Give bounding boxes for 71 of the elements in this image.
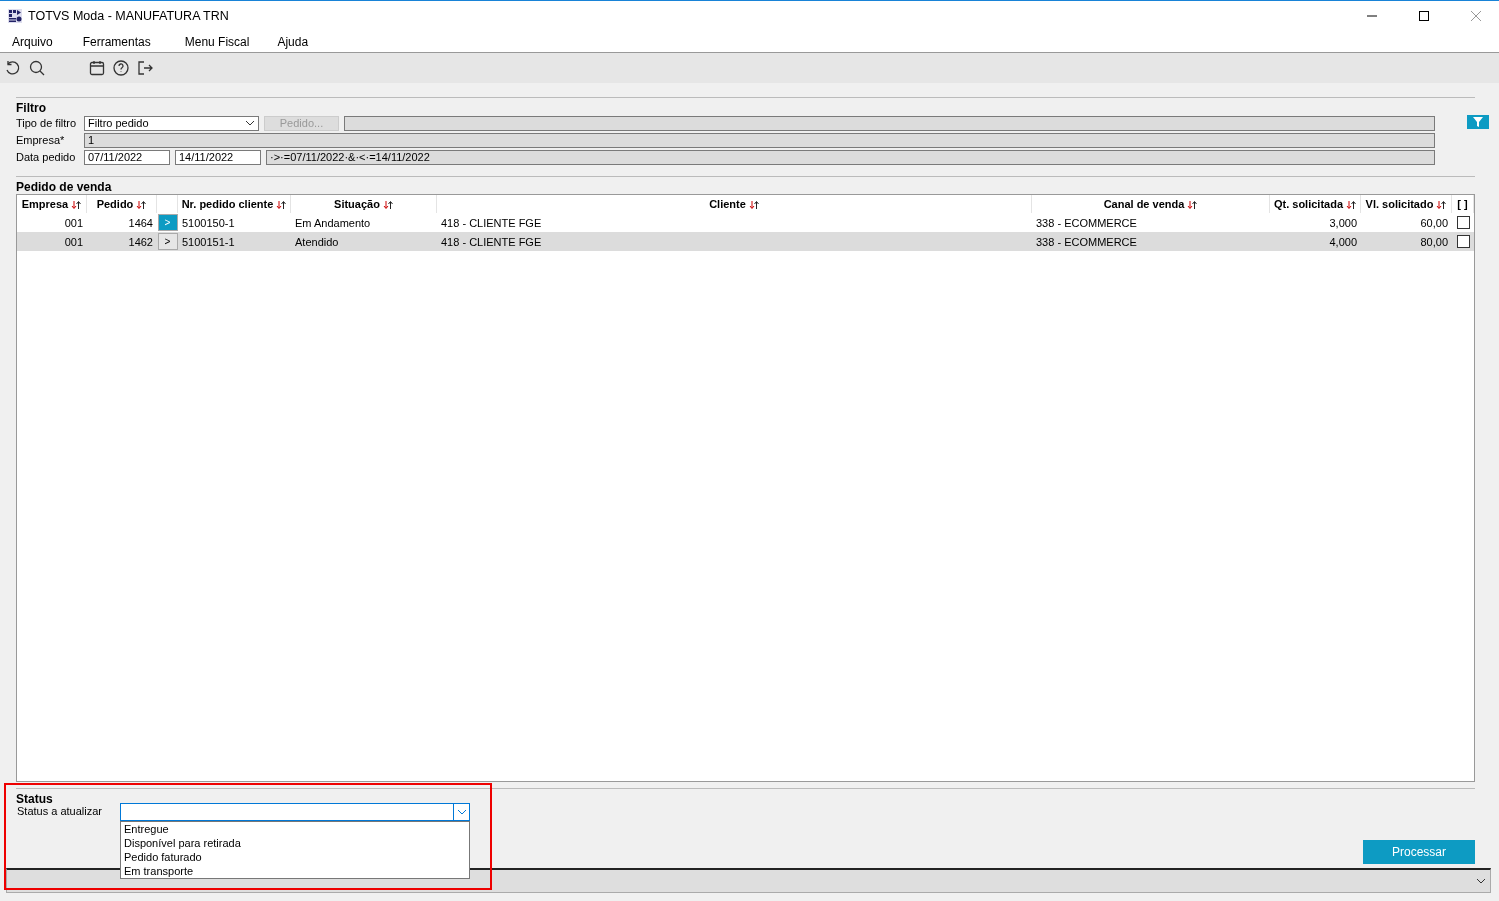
column-header[interactable]: Canal de venda xyxy=(1103,197,1198,211)
table-cell: 001 xyxy=(64,235,83,248)
table-cell: Em Andamento xyxy=(295,216,371,229)
filter-type-dropdown[interactable]: Filtro pedido xyxy=(84,115,259,131)
row-checkbox[interactable] xyxy=(1456,235,1470,248)
filter-icon xyxy=(1473,117,1483,127)
row-checkbox[interactable] xyxy=(1456,216,1470,229)
column-header[interactable]: Cliente xyxy=(709,197,759,211)
exit-icon[interactable] xyxy=(136,59,154,77)
menu-item[interactable]: Ajuda xyxy=(277,34,309,49)
sort-icon[interactable] xyxy=(71,200,82,211)
dropdown-option[interactable]: Disponível para retirada xyxy=(121,836,469,850)
column-header[interactable]: Nr. pedido cliente xyxy=(181,197,287,211)
sort-icon[interactable] xyxy=(276,200,287,211)
table-cell: 338 - ECOMMERCE xyxy=(1036,216,1137,229)
sort-icon[interactable] xyxy=(1346,200,1357,211)
chevron-down-icon xyxy=(245,120,255,126)
column-header[interactable]: [ ] xyxy=(1457,198,1468,210)
help-icon[interactable] xyxy=(112,59,130,77)
sort-icon[interactable] xyxy=(1187,200,1198,211)
search-icon[interactable] xyxy=(28,59,46,77)
chevron-down-icon xyxy=(456,809,467,815)
table-cell: 1464 xyxy=(128,216,153,229)
sort-icon[interactable] xyxy=(748,200,759,211)
menu-item[interactable]: Arquivo xyxy=(12,34,53,49)
sort-icon[interactable] xyxy=(136,200,147,211)
table-cell: 3,000 xyxy=(1329,216,1357,229)
order-field[interactable] xyxy=(344,115,1435,131)
chevron-down-icon xyxy=(1476,878,1486,884)
close-icon[interactable] xyxy=(1471,11,1481,21)
field-label: Tipo de filtro xyxy=(16,117,78,129)
expand-button[interactable]: > xyxy=(157,233,178,250)
sort-icon[interactable] xyxy=(382,200,393,211)
app-logo-icon xyxy=(8,9,22,23)
field-label: Status a atualizar xyxy=(17,805,102,817)
section-title: Filtro xyxy=(16,97,1475,115)
column-header[interactable]: Pedido xyxy=(96,197,147,211)
table-cell: Atendido xyxy=(295,235,339,248)
table-cell: 4,000 xyxy=(1329,235,1357,248)
table-cell: 1462 xyxy=(128,235,153,248)
table-cell: 80,00 xyxy=(1420,235,1448,248)
menu-item[interactable]: Menu Fiscal xyxy=(184,34,250,49)
calendar-icon[interactable] xyxy=(88,59,106,77)
dropdown-option[interactable]: Pedido faturado xyxy=(121,850,469,864)
table-cell: 5100150-1 xyxy=(182,216,235,229)
table-cell: 5100151-1 xyxy=(182,235,235,248)
status-dropdown[interactable] xyxy=(120,803,470,821)
sort-icon[interactable] xyxy=(1436,200,1447,211)
dropdown-option[interactable]: Entregue xyxy=(121,822,469,836)
table-cell: 418 - CLIENTE FGE xyxy=(441,235,542,248)
maximize-icon[interactable] xyxy=(1419,11,1429,21)
column-header[interactable]: Situação xyxy=(334,197,393,211)
field-label: Data pedido xyxy=(16,151,77,163)
column-header[interactable]: Empresa xyxy=(21,197,82,211)
window-title: TOTVS Moda - MANUFATURA TRN xyxy=(28,9,230,23)
company-field[interactable]: 1 xyxy=(84,132,1435,148)
column-header[interactable]: Vl. solicitado xyxy=(1365,197,1447,211)
undo-icon[interactable] xyxy=(4,59,22,77)
table-row[interactable]: 001 1462 > 5100151-1 Atendido 418 - CLIENTE FGE 338 - ECOMMERCE 4,000 80,00 xyxy=(17,232,1474,251)
table-cell: 418 - CLIENTE FGE xyxy=(441,216,542,229)
table-cell: 001 xyxy=(64,216,83,229)
table-cell: 338 - ECOMMERCE xyxy=(1036,235,1137,248)
column-header[interactable]: Qt. solicitada xyxy=(1273,197,1357,211)
filter-button[interactable] xyxy=(1467,115,1489,129)
date-to-field[interactable]: 14/11/2022 xyxy=(175,149,261,165)
dropdown-option[interactable]: Em transporte xyxy=(121,864,469,878)
menu-item[interactable]: Ferramentas xyxy=(82,34,151,49)
table-cell: 60,00 xyxy=(1420,216,1448,229)
expression-field[interactable]: ·>·=07/11/2022·&·<·=14/11/2022 xyxy=(266,149,1435,165)
date-from-field[interactable]: 07/11/2022 xyxy=(84,149,170,165)
field-label: Empresa* xyxy=(16,134,66,146)
